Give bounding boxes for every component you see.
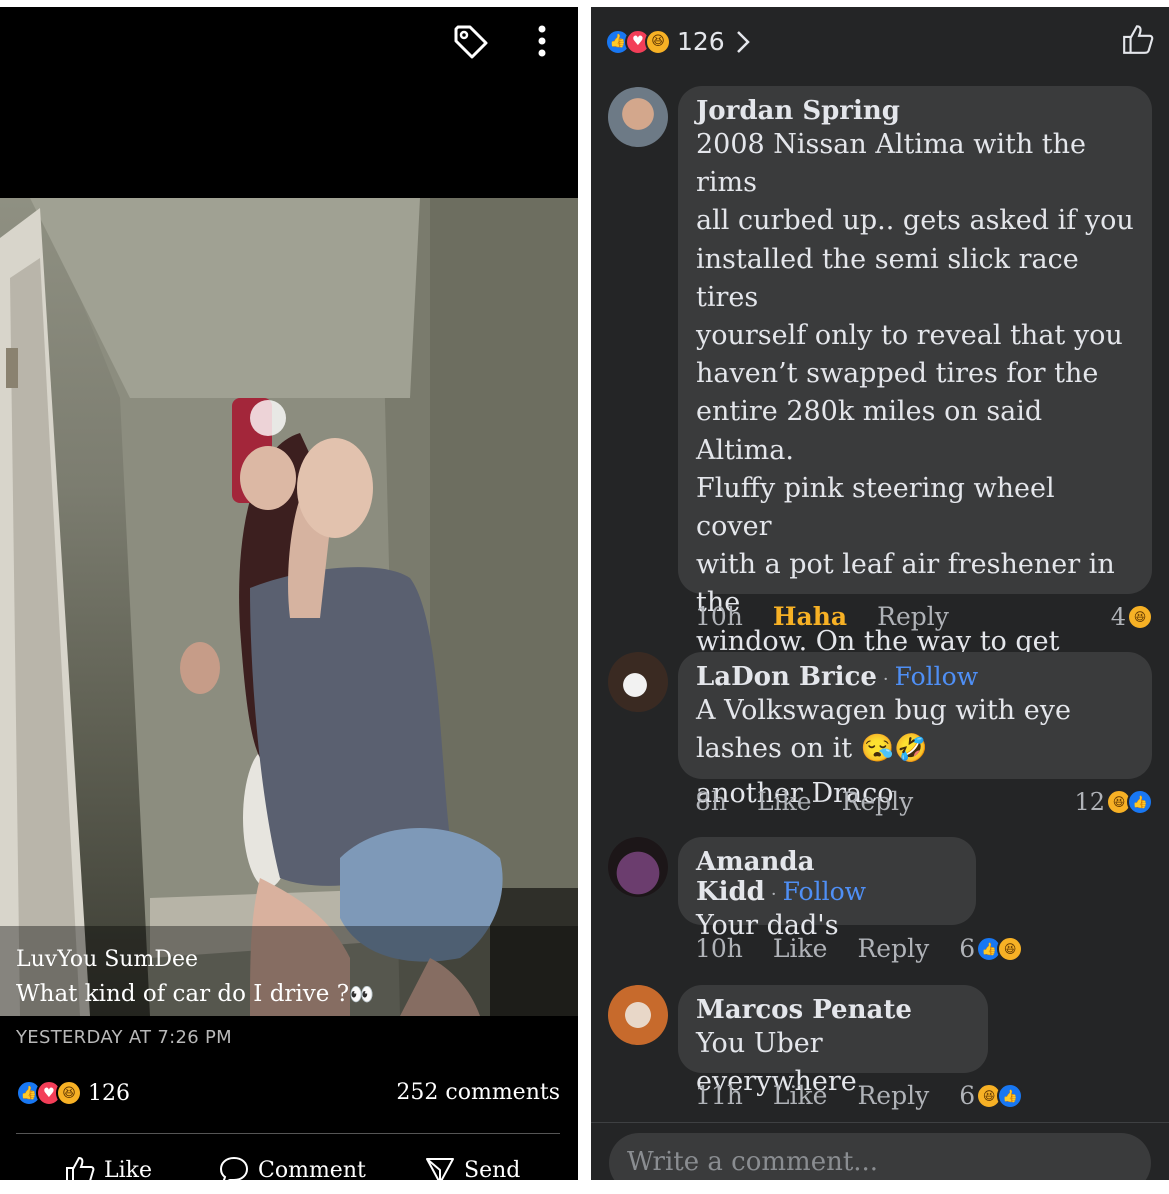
comment-meta: 10h Haha Reply [695,602,979,631]
header-reaction-count: 126 [677,27,725,56]
post-viewer: LuvYou SumDee What kind of car do I driv… [0,7,578,1180]
send-button[interactable]: Send [424,1155,520,1180]
comment-icon [219,1156,249,1180]
comments-panel: 👍 ♥ 😆 126 Jordan Spring 2008 Nissan Alti… [591,7,1169,1180]
commenter-name[interactable]: LaDon Brice [696,662,877,692]
thumbs-up-icon [66,1156,95,1180]
haha-reaction-icon: 😆 [1127,604,1153,630]
comment-label: Comment [258,1157,366,1181]
composer-divider [591,1122,1169,1123]
header-reactions[interactable]: 👍 ♥ 😆 126 [605,27,753,56]
haha-reaction-icon: 😆 [56,1080,82,1106]
post-reactions[interactable]: 👍 ♥ 😆 126 [16,1080,130,1106]
comment-button[interactable]: Comment [218,1155,366,1180]
commenter-name[interactable]: Marcos Penate [696,995,970,1025]
reaction-count: 126 [88,1080,130,1106]
comments-count-link[interactable]: 252 comments [396,1080,560,1105]
reply-button[interactable]: Reply [857,1081,929,1110]
chevron-right-icon [736,30,750,53]
like-label: Like [104,1157,152,1181]
follow-separator: · [882,669,889,690]
like-button[interactable]: Like [773,934,828,963]
haha-reaction-button[interactable]: Haha [773,602,847,631]
comment-text: A Volkswagen bug with eye lashes on it 😪… [696,695,1071,765]
comment-time: 11h [695,1081,743,1110]
reply-button[interactable]: Reply [842,787,914,816]
send-icon [426,1158,454,1180]
caption-text: What kind of car do I drive ? [16,981,350,1007]
comment-meta: 10h Like Reply 6 👍 😆 [695,934,1024,963]
comment-time: 10h [695,934,743,963]
like-button[interactable]: Like [64,1155,152,1180]
comment-time: 10h [695,602,743,631]
comment-bubble: Jordan Spring 2008 Nissan Altima with th… [678,86,1152,809]
post-photo-illustration [0,198,578,1016]
like-reaction-icon: 👍 [997,1082,1024,1109]
more-vertical-icon[interactable] [522,21,562,61]
follow-link[interactable]: Follow [895,662,978,691]
like-button[interactable]: Like [773,1081,828,1110]
eyes-emoji: 👀 [349,982,374,1006]
haha-reaction-icon: 😆 [645,28,671,55]
post-photo[interactable] [0,198,578,1016]
comment-time: 8h [695,787,728,816]
comment-bubble: LaDon Brice · Follow A Volkswagen bug with… [678,652,1152,779]
like-button[interactable]: Like [757,787,812,816]
commenter-name[interactable]: Jordan Spring [696,96,1134,126]
comment-meta: 11h Like Reply 6 😆 👍 [695,1081,1024,1110]
reply-button[interactable]: Reply [877,602,949,631]
tag-icon[interactable] [450,21,490,61]
avatar[interactable] [608,652,668,712]
comment-react-count: 12 [1074,788,1105,816]
avatar[interactable] [608,87,668,147]
comment-bubble: Marcos Penate You Uber everywhere [678,985,988,1097]
comment-react-count[interactable]: 6 [959,934,975,963]
poster-name[interactable]: LuvYou SumDee [16,947,198,972]
post-caption: What kind of car do I drive ?👀 [16,981,374,1007]
comment-meta: 8h Like Reply [695,787,943,816]
avatar[interactable] [608,837,668,897]
reply-button[interactable]: Reply [857,934,929,963]
comment-reaction-summary[interactable]: 12 😆 👍 [1074,788,1153,816]
comment-react-count: 4 [1110,603,1126,631]
follow-link[interactable]: Follow [783,877,866,906]
haha-reaction-icon: 😆 [997,935,1024,962]
comment-input[interactable]: Write a comment... [609,1133,1151,1180]
comment-react-count[interactable]: 6 [959,1081,975,1110]
actions-divider [16,1133,560,1134]
avatar[interactable] [608,985,668,1045]
comment-bubble: Amanda Kidd · Follow Your dad's [678,837,976,941]
like-reaction-icon: 👍 [1127,789,1153,815]
follow-separator: · [770,884,777,905]
thumbs-up-icon[interactable] [1121,23,1155,55]
comment-reaction-summary[interactable]: 4 😆 [1111,603,1153,631]
post-timestamp: YESTERDAY AT 7:26 PM [16,1027,233,1048]
send-label: Send [464,1157,521,1181]
